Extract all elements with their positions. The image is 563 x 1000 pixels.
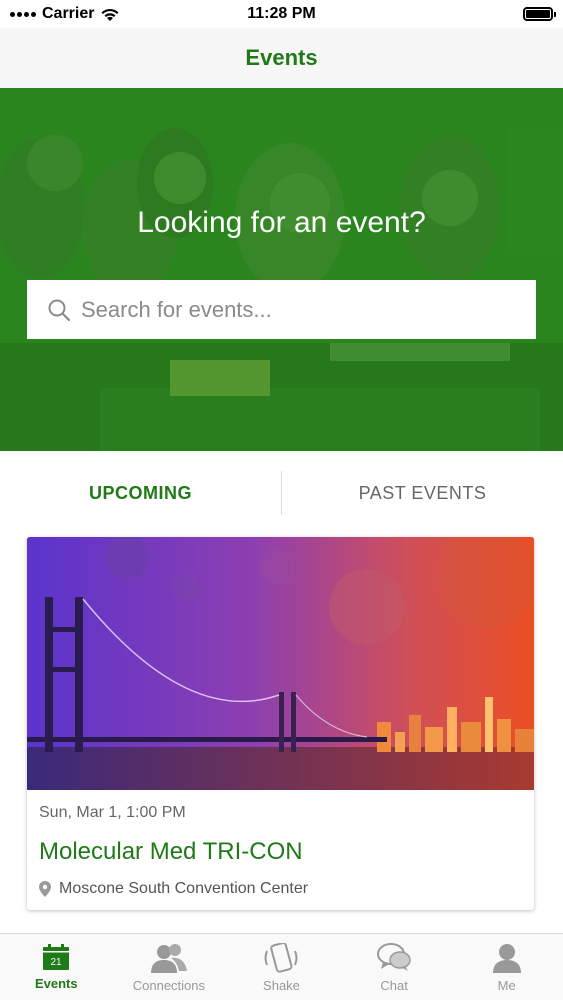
- event-date: Sun, Mar 1, 1:00 PM: [39, 804, 186, 821]
- tab-bar-label-me: Me: [497, 978, 516, 993]
- hero-title: Looking for an event?: [137, 206, 426, 239]
- status-bar: Carrier 11:28 PM: [0, 0, 563, 28]
- page-title: Events: [245, 45, 318, 70]
- signal-icon: [10, 11, 36, 17]
- event-title[interactable]: Molecular Med TRI-CON: [39, 838, 522, 866]
- person-icon: [492, 944, 521, 973]
- tab-bar-shake[interactable]: Shake: [225, 934, 338, 1000]
- people-icon: [150, 944, 187, 973]
- tab-bar-chat[interactable]: Chat: [338, 934, 451, 1000]
- status-time: 11:28 PM: [247, 5, 316, 22]
- wifi-icon: [101, 8, 119, 21]
- event-image: [27, 537, 534, 790]
- search-bar[interactable]: [27, 280, 536, 339]
- battery-icon: [523, 7, 556, 21]
- event-card-body: Sun, Mar 1, 1:00 PM Molecular Med TRI-CO…: [27, 790, 534, 898]
- hero-overlay: [0, 88, 563, 451]
- status-right: [353, 7, 556, 21]
- tab-upcoming[interactable]: UPCOMING: [0, 483, 281, 504]
- tab-bar-label-events: Events: [34, 976, 78, 991]
- location-pin-icon: [39, 881, 51, 897]
- navigation-bar: Events: [0, 28, 563, 88]
- bridge-illustration: [27, 537, 534, 790]
- carrier-label: Carrier: [42, 5, 95, 22]
- tab-bar-label-chat: Chat: [380, 978, 408, 993]
- status-left: Carrier: [10, 5, 210, 23]
- tab-bar-connections[interactable]: Connections: [113, 934, 226, 1000]
- event-location: Moscone South Convention Center: [39, 880, 522, 898]
- calendar-icon: 21: [43, 944, 70, 970]
- event-tabs: UPCOMING PAST EVENTS: [0, 451, 563, 535]
- tab-bar-events[interactable]: 21 Events: [0, 934, 113, 1000]
- chat-bubbles-icon: [377, 943, 411, 971]
- calendar-day-label: 21: [51, 957, 63, 968]
- phone-shake-icon: [264, 943, 298, 973]
- tab-bar-me[interactable]: Me: [450, 934, 563, 1000]
- search-input[interactable]: [81, 296, 521, 323]
- tab-bar-label-connections: Connections: [132, 978, 206, 993]
- event-location-label: Moscone South Convention Center: [59, 880, 309, 897]
- bottom-tab-bar: 21 Events Connections Shake Chat Me: [0, 933, 563, 1000]
- tab-bar-label-shake: Shake: [263, 978, 300, 993]
- hero-banner: Looking for an event?: [0, 88, 563, 451]
- search-icon: [48, 299, 71, 321]
- event-card[interactable]: Sun, Mar 1, 1:00 PM Molecular Med TRI-CO…: [27, 537, 534, 910]
- tab-past-events[interactable]: PAST EVENTS: [282, 483, 563, 504]
